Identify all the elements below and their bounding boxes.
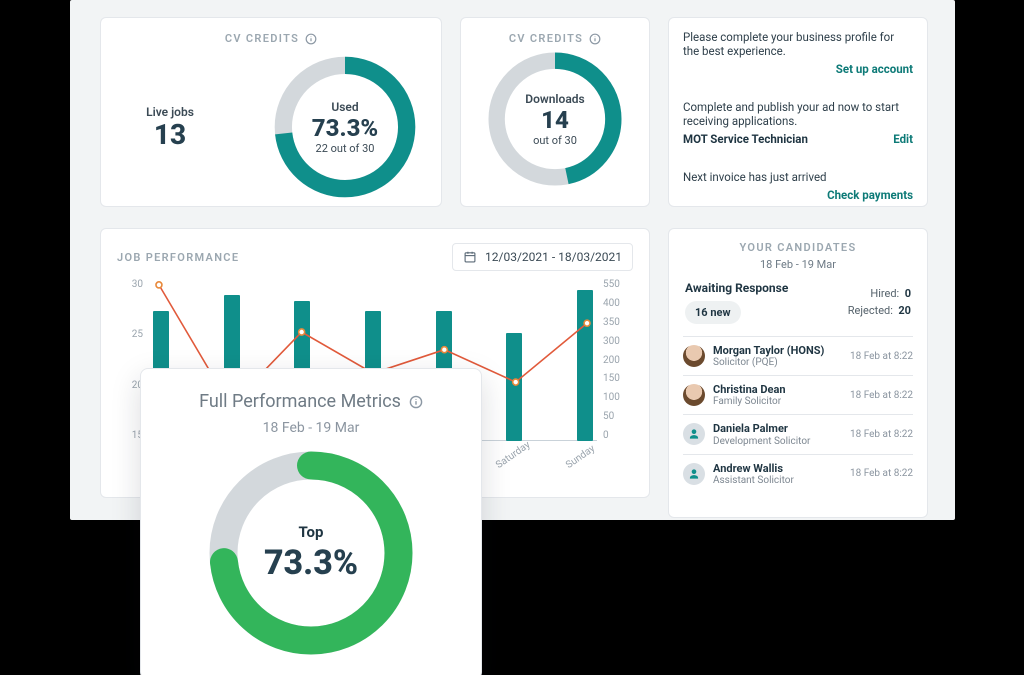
x-tick: Saturday [494, 440, 532, 471]
cv-credits-title-2: CV CREDITS [461, 18, 649, 45]
avatar [683, 423, 705, 445]
x-tick: Sunday [564, 443, 597, 471]
cv-credits-card-2: CV CREDITS Downloads 14 out of 30 [460, 17, 650, 207]
y-tick-right: 50 [603, 411, 614, 422]
check-payments-link[interactable]: Check payments [683, 188, 913, 202]
live-jobs-label: Live jobs [146, 105, 194, 119]
candidate-list: Morgan Taylor (HONS)Solicitor (PQE) 18 Fe… [683, 336, 913, 493]
avatar [683, 384, 705, 406]
candidate-item[interactable]: Morgan Taylor (HONS)Solicitor (PQE) 18 Fe… [683, 336, 913, 375]
y-tick-right: 300 [603, 336, 620, 347]
used-label: Used [331, 100, 358, 114]
notice-publish-text: Complete and publish your ad now to star… [683, 100, 913, 128]
cv-credits-card-1: CV CREDITS Live jobs 13 Used 73.3% 22 ou… [100, 17, 442, 207]
y-axis-right: 550 400 350 300 200 150 100 50 0 [603, 279, 631, 441]
live-jobs-stat: Live jobs 13 [127, 105, 213, 149]
notice-publish: Complete and publish your ad now to star… [683, 100, 913, 146]
used-sub: 22 out of 30 [316, 142, 375, 155]
live-jobs-value: 13 [154, 121, 186, 149]
candidate-name: Daniela Palmer [713, 422, 842, 435]
fpm-value: 73.3% [264, 543, 358, 583]
y-tick-right: 150 [603, 373, 620, 384]
candidate-time: 18 Feb at 8:22 [850, 429, 913, 440]
calendar-icon [463, 250, 477, 264]
candidates-date-range: 18 Feb - 19 Mar [683, 258, 913, 271]
info-icon[interactable] [589, 33, 601, 45]
avatar [683, 463, 705, 485]
date-range-picker[interactable]: 12/03/2021 - 18/03/2021 [452, 243, 633, 271]
cv-credits-title-text-2: CV CREDITS [509, 32, 583, 45]
used-value: 73.3% [312, 116, 378, 140]
downloads-value: 14 [541, 108, 569, 132]
y-tick-right: 400 [603, 298, 620, 309]
info-icon[interactable] [409, 395, 423, 409]
candidate-name: Christina Dean [713, 383, 842, 396]
candidate-name: Morgan Taylor (HONS) [713, 344, 842, 357]
notice-profile-text: Please complete your business profile fo… [683, 30, 913, 58]
fpm-label: Top [299, 523, 324, 541]
candidate-item[interactable]: Christina DeanFamily Solicitor 18 Feb at … [683, 375, 913, 414]
fpm-date-range: 18 Feb - 19 Mar [141, 420, 481, 436]
notice-profile: Please complete your business profile fo… [683, 30, 913, 76]
rejected-value: 20 [898, 304, 911, 317]
notice-publish-job: MOT Service Technician [683, 132, 808, 146]
awaiting-response-label: Awaiting Response [685, 281, 788, 295]
info-icon[interactable] [305, 33, 317, 45]
cv-credits-title: CV CREDITS [101, 18, 441, 45]
y-tick-right: 0 [603, 430, 609, 441]
fpm-title-text: Full Performance Metrics [199, 391, 401, 412]
y-tick-left: 30 [132, 279, 143, 290]
notice-invoice: Next invoice has just arrived Check paym… [683, 170, 913, 202]
candidate-role: Development Solicitor [713, 436, 842, 447]
hired-label: Hired: [870, 287, 899, 300]
downloads-sub: out of 30 [533, 134, 577, 147]
used-donut: Used 73.3% 22 out of 30 [271, 53, 419, 201]
hired-value: 0 [905, 287, 911, 300]
downloads-label: Downloads [525, 92, 584, 106]
candidate-time: 18 Feb at 8:22 [850, 351, 913, 362]
dashboard-stage: CV CREDITS Live jobs 13 Used 73.3% 22 ou… [0, 0, 1024, 675]
candidate-role: Family Solicitor [713, 396, 842, 407]
notice-invoice-text: Next invoice has just arrived [683, 170, 913, 184]
y-tick-right: 350 [603, 317, 620, 328]
candidate-item[interactable]: Daniela PalmerDevelopment Solicitor 18 Fe… [683, 414, 913, 453]
notices-card: Please complete your business profile fo… [668, 17, 928, 207]
fpm-donut: Top 73.3% [206, 448, 416, 658]
edit-link[interactable]: Edit [893, 132, 913, 146]
avatar [683, 345, 705, 367]
y-tick-right: 200 [603, 355, 620, 366]
candidate-stats: Hired: 0 Rejected: 20 [848, 286, 911, 319]
your-candidates-card: YOUR CANDIDATES 18 Feb - 19 Mar Awaiting… [668, 228, 928, 518]
candidate-role: Solicitor (PQE) [713, 357, 842, 368]
cv-credits-title-text: CV CREDITS [225, 32, 299, 45]
full-performance-metrics-card: Full Performance Metrics 18 Feb - 19 Mar… [140, 368, 482, 675]
candidate-name: Andrew Wallis [713, 462, 842, 475]
candidate-role: Assistant Solicitor [713, 475, 842, 486]
y-tick-right: 550 [603, 279, 620, 290]
candidate-time: 18 Feb at 8:22 [850, 390, 913, 401]
set-up-account-link[interactable]: Set up account [683, 62, 913, 76]
job-performance-title: JOB PERFORMANCE [117, 251, 239, 264]
y-tick-left: 25 [132, 329, 143, 340]
candidate-item[interactable]: Andrew WallisAssistant Solicitor 18 Feb a… [683, 454, 913, 493]
candidates-title: YOUR CANDIDATES [683, 241, 913, 254]
new-count-pill[interactable]: 16 new [685, 301, 741, 324]
rejected-label: Rejected: [848, 304, 893, 317]
downloads-donut: Downloads 14 out of 30 [485, 49, 625, 189]
candidate-time: 18 Feb at 8:22 [850, 468, 913, 479]
date-range-text: 12/03/2021 - 18/03/2021 [485, 250, 622, 264]
y-tick-right: 100 [603, 392, 620, 403]
